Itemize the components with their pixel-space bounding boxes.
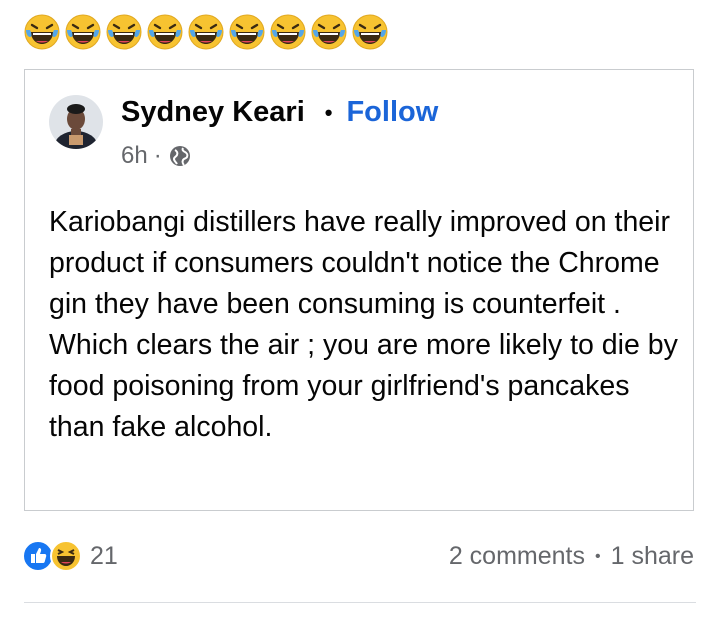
author-line: Sydney Keari • Follow — [121, 96, 438, 129]
laughing-emoji-icon — [22, 12, 62, 52]
laughing-emoji-icon — [145, 12, 185, 52]
laughing-emoji-icon — [104, 12, 144, 52]
globe-icon — [169, 146, 190, 166]
avatar[interactable] — [49, 95, 103, 149]
follow-button[interactable]: Follow — [346, 96, 438, 129]
author-name[interactable]: Sydney Keari — [121, 96, 305, 129]
engagement-summary: 2 comments • 1 share — [449, 542, 694, 571]
laughing-emoji-icon — [268, 12, 308, 52]
shares-count[interactable]: 1 share — [611, 542, 694, 571]
laughing-emoji-icon — [227, 12, 267, 52]
meta-separator: · — [153, 142, 162, 169]
post-time[interactable]: 6h — [121, 142, 148, 170]
laughing-emoji-icon — [186, 12, 226, 52]
haha-icon — [50, 540, 82, 572]
engagement-separator: • — [595, 547, 601, 565]
shared-post-card[interactable]: Sydney Keari • Follow 6h · Kariobangi di… — [24, 69, 694, 511]
laughing-emoji-icon — [63, 12, 103, 52]
laughing-emoji-icon — [350, 12, 390, 52]
laughing-emoji-icon — [309, 12, 349, 52]
post-meta: 6h · — [121, 142, 192, 170]
reaction-count[interactable]: 21 — [90, 542, 118, 571]
post-body: Kariobangi distillers have really improv… — [49, 206, 678, 443]
divider — [24, 602, 696, 603]
comments-count[interactable]: 2 comments — [449, 542, 585, 571]
emoji-row — [22, 12, 390, 52]
reactions-summary[interactable]: 21 — [22, 540, 118, 572]
separator-dot: • — [324, 99, 333, 125]
